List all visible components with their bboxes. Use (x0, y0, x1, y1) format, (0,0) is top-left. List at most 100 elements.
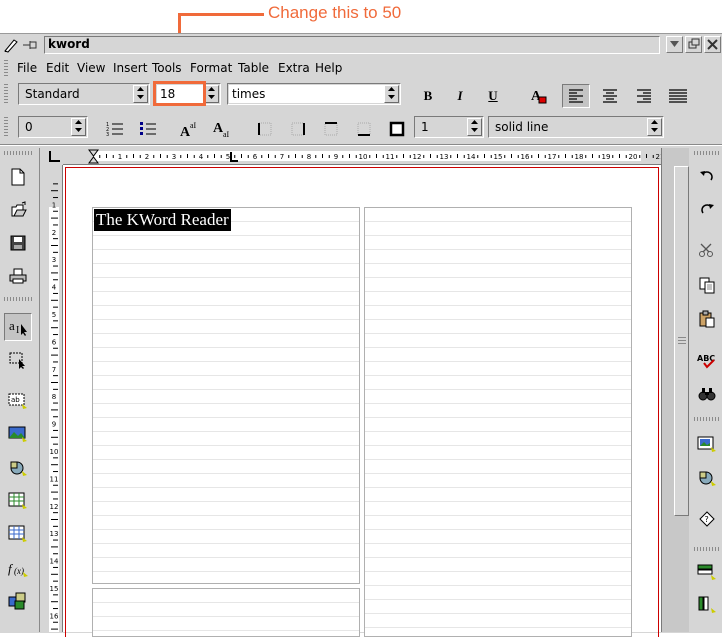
subscript-button[interactable]: AaI (208, 117, 236, 141)
scrollbar-thumb[interactable] (674, 166, 689, 516)
document-heading-highlight[interactable]: The KWord Reader (94, 209, 231, 231)
align-justify-icon (669, 89, 687, 103)
part-frame-button[interactable] (4, 454, 32, 482)
insert-variable-button[interactable]: ? (693, 505, 721, 533)
ruler-label: 13 (440, 153, 449, 161)
align-justify-button[interactable] (664, 84, 692, 108)
text-frame-left-bottom[interactable] (92, 588, 360, 637)
right-toolbar-grip[interactable] (694, 151, 720, 155)
menu-view[interactable]: View (77, 61, 105, 75)
table-frame-icon (8, 492, 27, 509)
numbered-list-button[interactable]: 123 (101, 117, 129, 141)
ruler-label: 11 (386, 153, 395, 161)
menu-table[interactable]: Table (238, 61, 269, 75)
right-toolbar-grip-2[interactable] (694, 417, 720, 421)
align-left-button[interactable] (562, 84, 590, 108)
menu-extra[interactable]: Extra (278, 61, 310, 75)
insert-row-button[interactable] (693, 558, 721, 586)
minimize-button[interactable] (666, 36, 683, 53)
vertical-scrollbar[interactable] (661, 148, 689, 632)
right-toolbar-grip-3[interactable] (694, 547, 720, 551)
left-indent-marker[interactable] (88, 149, 99, 164)
border-right-button[interactable] (284, 117, 312, 141)
superscript-button[interactable]: AaI (175, 117, 203, 141)
picture-frame-button[interactable] (4, 420, 32, 448)
font-size-dropdown-arrow[interactable] (204, 85, 219, 103)
border-left-button[interactable] (251, 117, 279, 141)
left-toolbar-grip-2[interactable] (4, 297, 34, 301)
indent-spin-arrows[interactable] (71, 118, 86, 136)
menu-format[interactable]: Format (190, 61, 232, 75)
ruler-corner[interactable] (46, 148, 63, 165)
border-style-combo[interactable]: solid line (488, 116, 664, 138)
menubar (0, 57, 722, 79)
bullet-list-button[interactable] (134, 117, 162, 141)
table-frame-button[interactable] (4, 487, 32, 515)
menu-tools[interactable]: Tools (152, 61, 182, 75)
border-width-spinbox[interactable]: 1 (414, 116, 484, 138)
formula-button[interactable]: f (x) (4, 555, 32, 583)
cut-icon (699, 243, 713, 257)
border-width-spin-arrows[interactable] (467, 118, 482, 136)
select-frame-tool-button[interactable] (4, 346, 32, 374)
edit-text-tool-button[interactable]: aI (4, 313, 32, 341)
insert-picture-button[interactable] (693, 430, 721, 458)
superscript-icon: AaI (180, 121, 197, 138)
insert-column-icon (698, 596, 716, 613)
bold-label: B (423, 88, 433, 103)
spellcheck-icon: ABC (697, 354, 715, 369)
kpart-object-button[interactable] (4, 587, 32, 615)
font-family-dropdown-arrow[interactable] (384, 85, 399, 103)
paste-button[interactable] (693, 305, 721, 333)
border-all-button[interactable] (383, 117, 411, 141)
text-frame-button[interactable]: ab (4, 387, 32, 415)
toolbar1-grip[interactable] (4, 84, 8, 104)
table-tool-button[interactable] (4, 520, 32, 548)
find-button[interactable] (693, 380, 721, 408)
cut-button[interactable] (693, 236, 721, 264)
menu-help[interactable]: Help (315, 61, 342, 75)
pin-icon[interactable] (22, 39, 40, 51)
insert-part-button[interactable] (693, 464, 721, 492)
save-button[interactable] (4, 229, 32, 257)
close-button[interactable] (704, 36, 721, 53)
insert-column-button[interactable] (693, 591, 721, 619)
new-document-button[interactable] (4, 163, 32, 191)
redo-button[interactable] (693, 195, 721, 223)
tab-stop-marker[interactable] (229, 151, 239, 163)
underline-label: U (488, 88, 498, 103)
toolbar2-grip[interactable] (4, 117, 8, 137)
style-dropdown-arrow[interactable] (133, 85, 148, 103)
ruler-label: 5 (52, 311, 56, 319)
align-right-button[interactable] (630, 84, 658, 108)
open-file-button[interactable] (4, 196, 32, 224)
vertical-ruler[interactable]: 1 2 3 4 5 6 7 8 9 10 11 12 13 14 15 16 (46, 165, 63, 632)
bold-button[interactable]: B (414, 84, 442, 108)
copy-button[interactable] (693, 271, 721, 299)
picture-frame-icon (8, 426, 27, 442)
italic-button[interactable]: I (446, 84, 474, 108)
border-top-button[interactable] (317, 117, 345, 141)
align-center-button[interactable] (596, 84, 624, 108)
spellcheck-button[interactable]: ABC (693, 346, 721, 374)
menu-insert[interactable]: Insert (113, 61, 147, 75)
text-frame-left-top[interactable]: The KWord Reader (92, 207, 360, 584)
copy-icon (699, 277, 715, 294)
text-color-button[interactable]: A (524, 84, 552, 108)
border-bottom-button[interactable] (350, 117, 378, 141)
ruler-label: 12 (50, 503, 59, 511)
print-button[interactable] (4, 262, 32, 290)
text-frame-right[interactable] (364, 207, 632, 637)
horizontal-ruler[interactable]: 123456789101112131415161718192021 (63, 148, 661, 165)
border-style-dropdown-arrow[interactable] (647, 118, 662, 136)
underline-button[interactable]: U (479, 84, 507, 108)
font-family-combo[interactable]: times (227, 83, 401, 105)
left-toolbar-grip[interactable] (4, 151, 34, 155)
menu-edit[interactable]: Edit (46, 61, 69, 75)
maximize-button[interactable] (685, 36, 702, 53)
font-family-input[interactable]: times (229, 85, 384, 103)
style-combo[interactable]: Standard (18, 83, 150, 105)
indent-spinbox[interactable]: 0 (18, 116, 88, 138)
undo-button[interactable] (693, 162, 721, 190)
menu-file[interactable]: File (17, 61, 37, 75)
